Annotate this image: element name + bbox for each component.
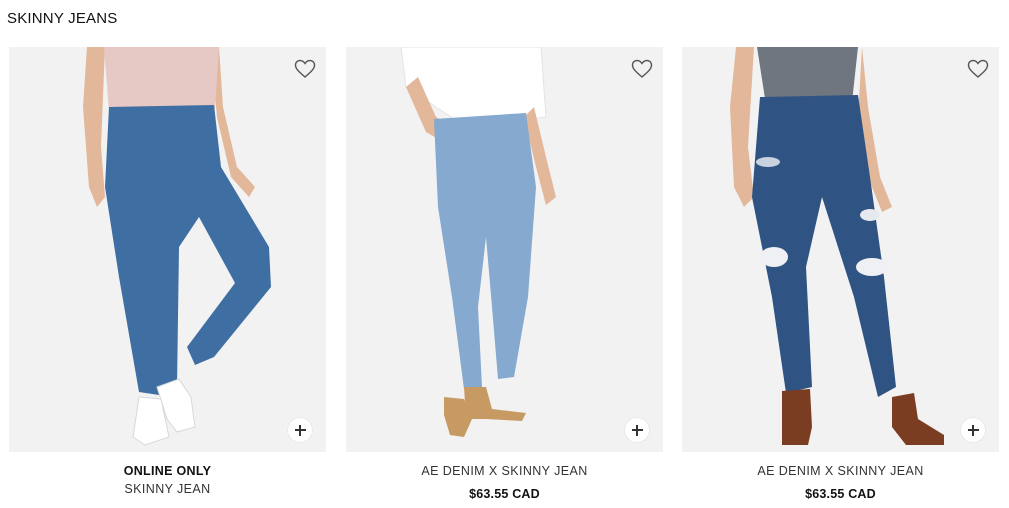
quick-add-plus-icon[interactable] [625, 418, 649, 442]
product-card[interactable]: AE DENIM X SKINNY JEAN $63.55 CAD [682, 47, 999, 508]
product-name[interactable]: AE DENIM X SKINNY JEAN [682, 464, 999, 478]
quick-add-plus-icon[interactable] [961, 418, 985, 442]
product-image[interactable] [682, 47, 999, 452]
section-title: SKINNY JEANS [7, 10, 118, 27]
product-name[interactable]: AE DENIM X SKINNY JEAN [346, 464, 663, 478]
product-name[interactable]: SKINNY JEAN [9, 482, 326, 496]
product-info: ONLINE ONLY SKINNY JEAN [9, 464, 326, 496]
model-photo [346, 47, 663, 452]
product-grid-page: SKINNY JEANS ONLINE ONLY SKINNY JEAN AE … [0, 0, 1009, 508]
favorite-heart-icon[interactable] [294, 59, 316, 79]
model-photo [9, 47, 326, 452]
quick-add-plus-icon[interactable] [288, 418, 312, 442]
product-price: $63.55 CAD [805, 487, 876, 501]
product-image[interactable] [346, 47, 663, 452]
product-card[interactable]: ONLINE ONLY SKINNY JEAN [9, 47, 326, 508]
product-card[interactable]: AE DENIM X SKINNY JEAN $63.55 CAD [346, 47, 663, 508]
product-info: AE DENIM X SKINNY JEAN $63.55 CAD [682, 464, 999, 501]
product-badge: ONLINE ONLY [123, 464, 212, 478]
model-photo [682, 47, 999, 452]
product-image[interactable] [9, 47, 326, 452]
product-price: $63.55 CAD [469, 487, 540, 501]
favorite-heart-icon[interactable] [967, 59, 989, 79]
favorite-heart-icon[interactable] [631, 59, 653, 79]
product-info: AE DENIM X SKINNY JEAN $63.55 CAD [346, 464, 663, 501]
